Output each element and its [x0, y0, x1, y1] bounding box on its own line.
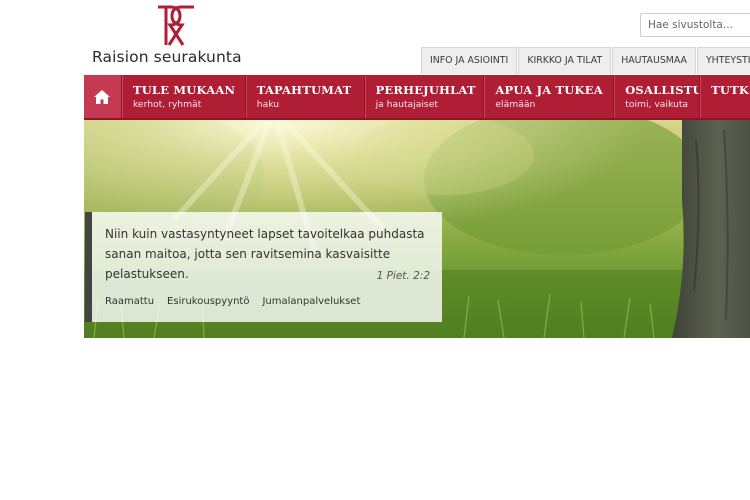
utility-link-hautausmaa[interactable]: HAUTAUSMAA — [612, 47, 696, 74]
nav-item-title: TULE MUKAAN — [132, 83, 236, 97]
link-raamattu[interactable]: Raamattu — [105, 296, 154, 307]
utility-link-info[interactable]: INFO JA ASIOINTI — [421, 47, 518, 74]
nav-item-osallistu[interactable]: OSALLISTU toimi, vaikuta — [614, 75, 701, 118]
nav-item-title: PERHEJUHLAT — [375, 83, 476, 97]
nav-item-title: TAPAHTUMAT — [256, 83, 352, 97]
nav-item-tule-mukaan[interactable]: TULE MUKAAN kerhot, ryhmät — [121, 75, 246, 118]
nav-item-subtitle: kerhot, ryhmät — [132, 99, 202, 110]
utility-link-kirkko[interactable]: KIRKKO JA TILAT — [518, 47, 612, 74]
church-logo-mark-icon — [158, 5, 194, 46]
utility-link-yhteystiedot[interactable]: YHTEYSTIEDOT — [696, 47, 750, 74]
nav-item-title: OSALLISTU — [625, 83, 701, 97]
link-jumalanpalvelukset[interactable]: Jumalanpalvelukset — [262, 296, 360, 307]
nav-item-tapahtumat[interactable]: TAPAHTUMAT haku — [245, 75, 365, 118]
nav-item-subtitle: elämään — [495, 99, 536, 110]
nav-item-subtitle: toimi, vaikuta — [625, 99, 689, 110]
bible-verse-reference: 1 Piet. 2:2 — [376, 270, 430, 282]
nav-item-apua-ja-tukea[interactable]: APUA JA TUKEA elämään — [484, 75, 615, 118]
nav-item-subtitle: haku — [256, 99, 280, 110]
nav-item-title: APUA JA TUKEA — [495, 83, 603, 97]
link-esirukouspyynto[interactable]: Esirukouspyyntö — [167, 296, 249, 307]
site-name: Raision seurakunta — [92, 48, 242, 66]
house-icon — [94, 89, 111, 104]
nav-item-title: TUTK — [711, 83, 750, 97]
bible-verse-box: Niin kuin vastasyntyneet lapset tavoitel… — [85, 212, 442, 322]
site-logo[interactable]: Raision seurakunta — [90, 4, 250, 66]
home-button[interactable] — [84, 75, 122, 118]
nav-item-perhejuhlat[interactable]: PERHEJUHLAT ja hautajaiset — [364, 75, 485, 118]
utility-nav: INFO JA ASIOINTI KIRKKO JA TILAT HAUTAUS… — [421, 47, 750, 75]
main-nav: TULE MUKAAN kerhot, ryhmät TAPAHTUMAT ha… — [84, 75, 750, 120]
nav-item-subtitle: ja hautajaiset — [375, 99, 438, 110]
search-input[interactable] — [640, 13, 750, 37]
nav-item-tutk[interactable]: TUTK — [700, 75, 750, 118]
quick-links: Raamattu Esirukouspyyntö Jumalanpalveluk… — [105, 296, 373, 307]
